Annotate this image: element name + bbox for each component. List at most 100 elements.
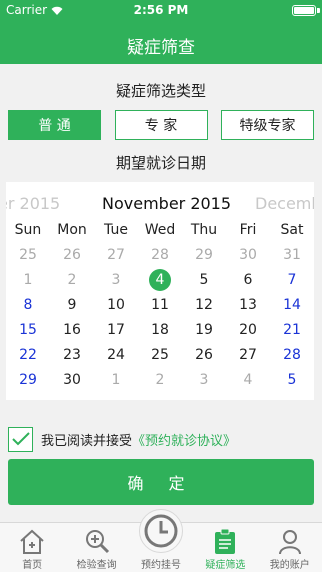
battery-icon — [292, 5, 316, 16]
calendar-day: 31 — [270, 247, 314, 263]
calendar-day[interactable]: 5 — [182, 272, 226, 288]
calendar-day-number: 31 — [283, 246, 301, 263]
calendar-day: 3 — [182, 372, 226, 388]
calendar-day[interactable]: 7 — [270, 272, 314, 288]
calendar-day: 29 — [182, 247, 226, 263]
weekday-label: Tue — [104, 222, 128, 238]
battery-tip — [317, 8, 320, 13]
calendar-week-row: 15 16 17 18 19 20 21 — [6, 317, 314, 342]
calendar-day-number: 28 — [283, 346, 301, 363]
home-icon — [20, 529, 44, 554]
calendar-day-number: 1 — [111, 371, 121, 388]
tab-label: 疑症筛选 — [205, 560, 246, 571]
calendar-day-number: 16 — [63, 321, 81, 338]
calendar-day[interactable]: 11 — [138, 297, 182, 313]
tab-account[interactable]: 我的账户 — [258, 523, 322, 572]
calendar-day-number: 1 — [23, 271, 33, 288]
calendar-day[interactable]: 19 — [182, 322, 226, 338]
month-scroller[interactable]: er 2015 November 2015 Decemb — [6, 194, 314, 214]
calendar-day[interactable]: 16 — [50, 322, 94, 338]
calendar-day[interactable]: 30 — [50, 372, 94, 388]
calendar-day[interactable]: 28 — [270, 347, 314, 363]
calendar-day[interactable]: 18 — [138, 322, 182, 338]
calendar-day[interactable]: 8 — [6, 297, 50, 313]
calendar-day: 2 — [50, 272, 94, 288]
calendar-day: 28 — [138, 247, 182, 263]
type-option-expert[interactable]: 专 家 — [114, 110, 208, 140]
calendar-day-number: 26 — [63, 246, 81, 263]
calendar-day[interactable]: 12 — [182, 297, 226, 313]
calendar-day-number: 29 — [19, 371, 37, 388]
clipboard-icon — [215, 528, 236, 554]
calendar-day: 30 — [226, 247, 270, 263]
calendar-day[interactable]: 15 — [6, 322, 50, 338]
calendar-day[interactable]: 10 — [94, 297, 138, 313]
calendar-day: 3 — [94, 272, 138, 288]
type-option-normal[interactable]: 普 通 — [8, 110, 101, 140]
calendar-day-number: 7 — [287, 271, 297, 288]
weekday-label: Fri — [239, 222, 257, 238]
calendar-day[interactable]: 23 — [50, 347, 94, 363]
calendar-day-number: 4 — [149, 268, 171, 291]
calendar-day: 26 — [50, 247, 94, 263]
calendar-day[interactable]: 22 — [6, 347, 50, 363]
calendar-day-number: 29 — [195, 246, 213, 263]
tab-screening[interactable]: 疑症筛选 — [193, 523, 257, 572]
page-title: 疑症筛查 — [127, 38, 195, 58]
calendar-day-number: 22 — [19, 346, 37, 363]
calendar-day-selected[interactable]: 4 — [138, 268, 182, 291]
agreement-checkbox[interactable] — [8, 426, 33, 452]
agreement-link[interactable]: 《预约就诊协议》 — [132, 430, 236, 449]
calendar-day: 5 — [270, 372, 314, 388]
calendar-day-number: 26 — [195, 346, 213, 363]
calendar-day-number: 23 — [63, 346, 81, 363]
calendar-day[interactable]: 25 — [138, 347, 182, 363]
date-picker[interactable]: er 2015 November 2015 Decemb Sun Mon Tue… — [6, 182, 314, 400]
next-month-label[interactable]: Decemb — [255, 194, 314, 213]
calendar-day[interactable]: 14 — [270, 297, 314, 313]
tab-appointment[interactable]: 预约挂号 — [129, 509, 193, 572]
calendar-day[interactable]: 26 — [182, 347, 226, 363]
calendar-day[interactable]: 9 — [50, 297, 94, 313]
calendar-day-number: 27 — [239, 346, 257, 363]
confirm-button[interactable]: 确 定 — [8, 459, 314, 505]
weekday-header: Sun Mon Tue Wed Thu Fri Sat — [6, 222, 314, 238]
calendar-day-number: 3 — [111, 271, 121, 288]
type-option-senior-expert[interactable]: 特级专家 — [221, 110, 314, 140]
search-plus-icon — [85, 530, 109, 554]
weekday-label: Wed — [144, 222, 176, 238]
calendar-day[interactable]: 13 — [226, 297, 270, 313]
status-bar: Carrier 2:56 PM — [0, 0, 322, 20]
calendar-day: 1 — [6, 272, 50, 288]
calendar-day-number: 4 — [243, 371, 253, 388]
calendar-day-number: 30 — [239, 246, 257, 263]
calendar-day: 25 — [6, 247, 50, 263]
weekday-label: Thu — [190, 222, 218, 238]
calendar-day-number: 18 — [151, 321, 169, 338]
calendar-day-number: 2 — [67, 271, 77, 288]
tab-bar: 首页 检验查询 预约挂号 疑症筛选 我的账户 — [0, 509, 322, 572]
calendar-day[interactable]: 21 — [270, 322, 314, 338]
calendar-day: 2 — [138, 372, 182, 388]
calendar-day[interactable]: 24 — [94, 347, 138, 363]
calendar-day-number: 28 — [151, 246, 169, 263]
calendar-day-number: 25 — [19, 246, 37, 263]
calendar-day[interactable]: 6 — [226, 272, 270, 288]
current-month-label: November 2015 — [102, 194, 232, 213]
calendar-day[interactable]: 20 — [226, 322, 270, 338]
calendar-day[interactable]: 27 — [226, 347, 270, 363]
calendar-week-row: 29 30 1 2 3 4 5 — [6, 367, 314, 392]
prev-month-label[interactable]: er 2015 — [6, 194, 60, 213]
tab-home[interactable]: 首页 — [0, 523, 64, 572]
calendar-day: 27 — [94, 247, 138, 263]
tab-test-query[interactable]: 检验查询 — [64, 523, 128, 572]
calendar-day[interactable]: 17 — [94, 322, 138, 338]
calendar-day[interactable]: 29 — [6, 372, 50, 388]
calendar-day-number: 6 — [243, 271, 253, 288]
calendar-day-number: 2 — [155, 371, 165, 388]
agreement-row: 我已阅读并接受 《预约就诊协议》 — [8, 426, 236, 452]
calendar-day-number: 10 — [107, 296, 125, 313]
calendar-day-number: 25 — [151, 346, 169, 363]
calendar-day-number: 13 — [239, 296, 257, 313]
clock-icon — [144, 514, 178, 548]
